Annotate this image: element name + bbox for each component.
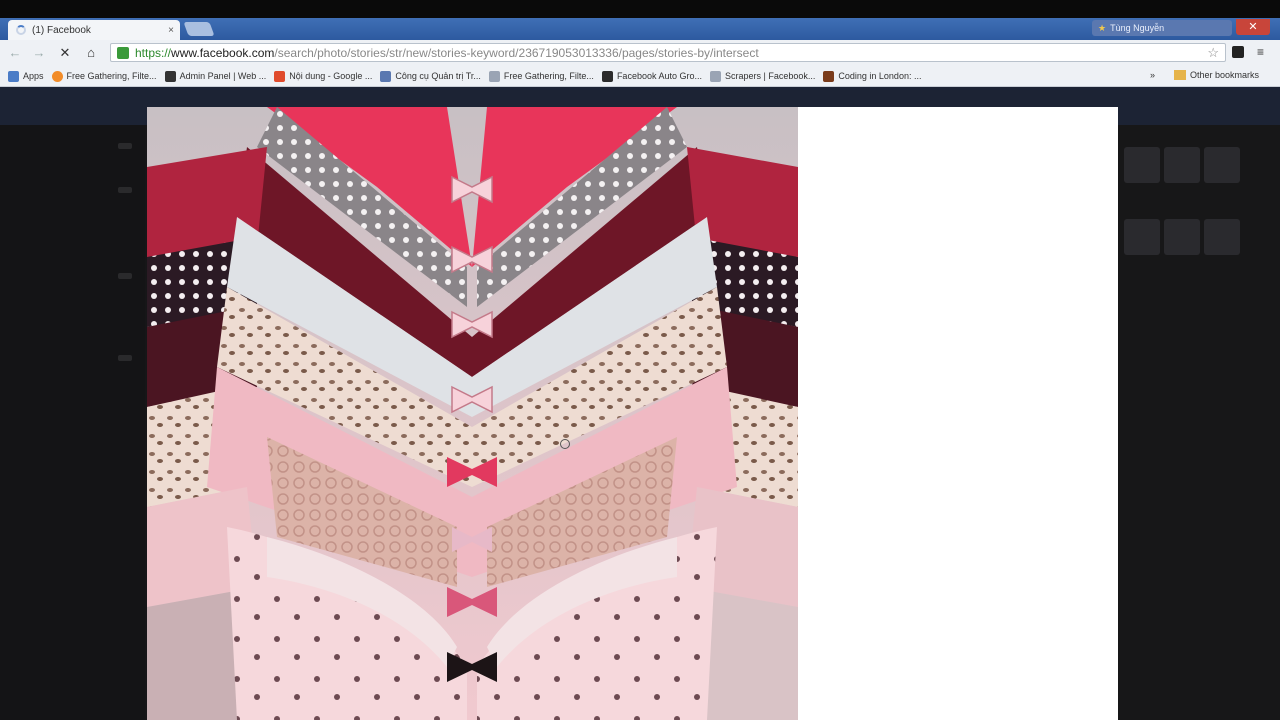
bookmark-item[interactable]: Free Gathering, Filte... xyxy=(51,70,157,82)
bookmark-item[interactable]: Scrapers | Facebook... xyxy=(710,70,816,82)
tab-strip: (1) Facebook × ★ Tùng Nguyễn ✕ xyxy=(0,18,1280,40)
bookmark-item[interactable]: Free Gathering, Filte... xyxy=(488,70,594,82)
bookmarks-overflow-icon[interactable]: » xyxy=(1150,70,1155,80)
new-tab-button[interactable] xyxy=(183,22,215,36)
bookmark-label: Scrapers | Facebook... xyxy=(725,71,816,81)
profile-button[interactable]: ★ Tùng Nguyễn xyxy=(1092,20,1232,36)
bookmark-item[interactable]: Nội dung - Google ... xyxy=(274,70,373,82)
apps-grid-icon xyxy=(8,70,19,82)
left-column-dimmed xyxy=(0,125,145,720)
extension-icon[interactable] xyxy=(1232,46,1244,58)
bookmark-label: Apps xyxy=(23,71,44,81)
photo-viewer-side-panel xyxy=(798,107,1118,720)
window-close-button[interactable]: ✕ xyxy=(1236,19,1270,35)
other-bookmarks[interactable]: Other bookmarks xyxy=(1174,70,1259,80)
lingerie-photo-icon xyxy=(147,107,798,720)
facebook-page xyxy=(0,87,1280,720)
right-column-dimmed xyxy=(1120,125,1280,720)
home-button[interactable]: ⌂ xyxy=(82,44,100,62)
lock-icon xyxy=(117,46,129,59)
bookmark-label: Công cụ Quản trị Tr... xyxy=(395,71,481,81)
google-ads-icon xyxy=(274,70,286,82)
stop-button[interactable]: ✕ xyxy=(56,44,74,62)
bookmarks-bar: Apps Free Gathering, Filte... Admin Pane… xyxy=(0,66,1280,87)
orange-circle-icon xyxy=(51,70,63,82)
coding-icon xyxy=(823,70,835,82)
bookmark-label: Nội dung - Google ... xyxy=(289,71,373,81)
other-bookmarks-label: Other bookmarks xyxy=(1190,70,1260,80)
webmaster-icon xyxy=(380,70,392,82)
tools-icon xyxy=(164,70,176,82)
url-host: www.facebook.com xyxy=(171,45,275,60)
menu-icon[interactable]: ≡ xyxy=(1257,45,1269,59)
bird-icon xyxy=(601,70,613,82)
mouse-cursor xyxy=(560,439,570,449)
window-title-bar xyxy=(0,0,1280,18)
photo-viewer-image[interactable] xyxy=(147,107,798,720)
folder-icon xyxy=(1174,70,1186,80)
bookmark-item[interactable]: Admin Panel | Web ... xyxy=(164,70,267,82)
bookmark-label: Free Gathering, Filte... xyxy=(503,71,594,81)
bookmark-label: Facebook Auto Gro... xyxy=(616,71,702,81)
back-button[interactable]: ← xyxy=(6,44,24,62)
profile-name: Tùng Nguyễn xyxy=(1110,23,1165,33)
tab-close-icon[interactable]: × xyxy=(168,25,174,36)
bookmark-star-icon[interactable]: ☆ xyxy=(1207,45,1219,61)
tab-facebook[interactable]: (1) Facebook × xyxy=(8,20,180,40)
forward-button[interactable]: → xyxy=(30,44,48,62)
window-controls: ✕ xyxy=(1236,19,1270,35)
loading-spinner-icon xyxy=(16,25,26,35)
url-path: /search/photo/stories/str/new/stories-ke… xyxy=(274,45,759,60)
address-bar[interactable]: https:// www.facebook.com /search/photo/… xyxy=(110,43,1226,62)
page-icon xyxy=(710,70,721,82)
bookmark-label: Admin Panel | Web ... xyxy=(179,71,267,81)
star-icon: ★ xyxy=(1098,22,1107,33)
bookmark-item[interactable]: Coding in London: ... xyxy=(823,70,922,82)
bookmark-label: Free Gathering, Filte... xyxy=(66,71,157,81)
bookmark-item[interactable]: Facebook Auto Gro... xyxy=(601,70,702,82)
bookmark-apps[interactable]: Apps xyxy=(8,70,44,82)
page-icon xyxy=(488,70,500,82)
bookmark-label: Coding in London: ... xyxy=(838,71,922,81)
tab-title: (1) Facebook xyxy=(32,24,91,36)
browser-toolbar: ← → ✕ ⌂ https:// www.facebook.com /searc… xyxy=(0,40,1280,67)
bookmark-item[interactable]: Công cụ Quản trị Tr... xyxy=(380,70,481,82)
url-scheme: https:// xyxy=(135,45,172,60)
